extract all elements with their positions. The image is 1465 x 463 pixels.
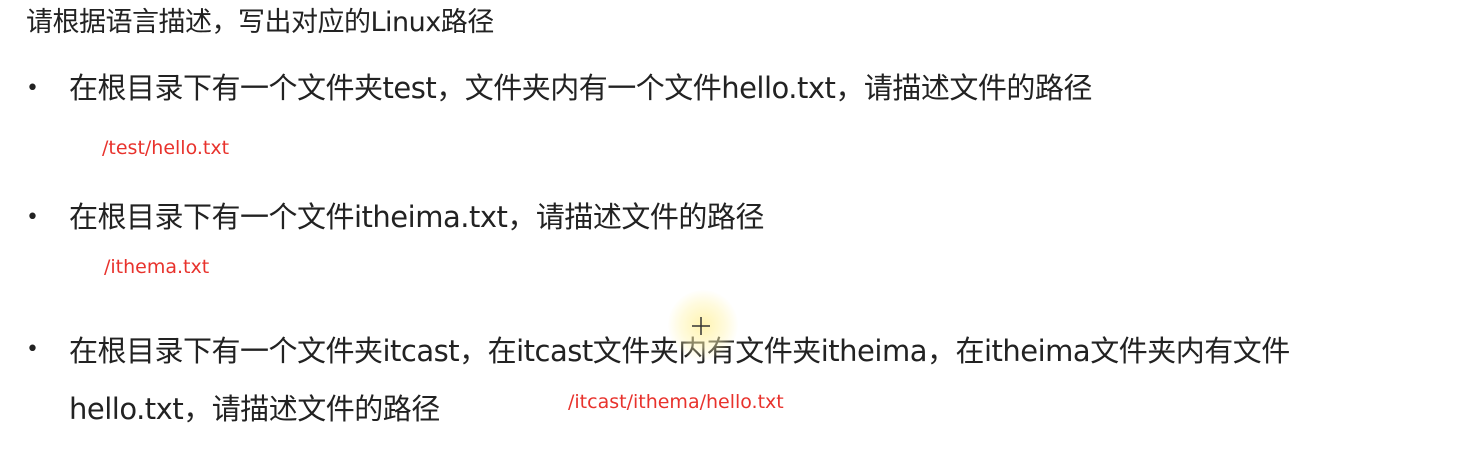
slide-title: 请根据语言描述，写出对应的Linux路径 — [26, 7, 494, 38]
question-text: 在根目录下有一个文件itheima.txt，请描述文件的路径 — [69, 200, 764, 234]
question-line-2-text: hello.txt，请描述文件的路径 — [69, 392, 440, 426]
question-line-1: 在根目录下有一个文件夹itcast，在itcast文件夹内有文件夹itheima… — [69, 334, 1290, 368]
answer-path: /ithema.txt — [104, 256, 210, 278]
bullet-point: • — [26, 205, 39, 230]
answer-path: /itcast/ithema/hello.txt — [568, 391, 784, 413]
question-text: 在根目录下有一个文件夹itcast，在itcast文件夹内有文件夹itheima… — [69, 322, 1439, 438]
question-text: 在根目录下有一个文件夹test，文件夹内有一个文件hello.txt，请描述文件… — [69, 71, 1092, 105]
answer-path: /test/hello.txt — [102, 137, 230, 159]
bullet-point: • — [26, 76, 39, 101]
bullet-point: • — [26, 337, 39, 362]
